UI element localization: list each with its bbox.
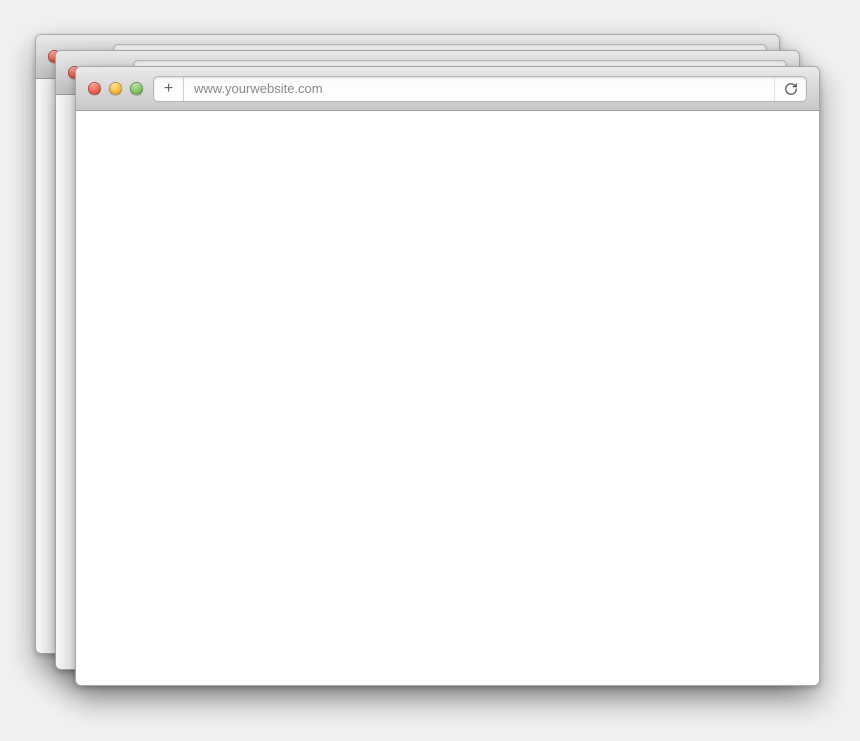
- new-tab-button[interactable]: +: [154, 77, 184, 101]
- minimize-icon[interactable]: [109, 82, 122, 95]
- traffic-lights: [88, 82, 143, 95]
- reload-button[interactable]: [774, 77, 806, 101]
- reload-icon: [784, 82, 798, 96]
- zoom-icon[interactable]: [130, 82, 143, 95]
- close-icon[interactable]: [88, 82, 101, 95]
- address-bar: +: [153, 76, 807, 102]
- titlebar: +: [76, 67, 819, 111]
- plus-icon: +: [164, 80, 173, 98]
- browser-window-front: +: [75, 66, 820, 686]
- content-area: [76, 111, 819, 685]
- url-input[interactable]: [184, 77, 774, 101]
